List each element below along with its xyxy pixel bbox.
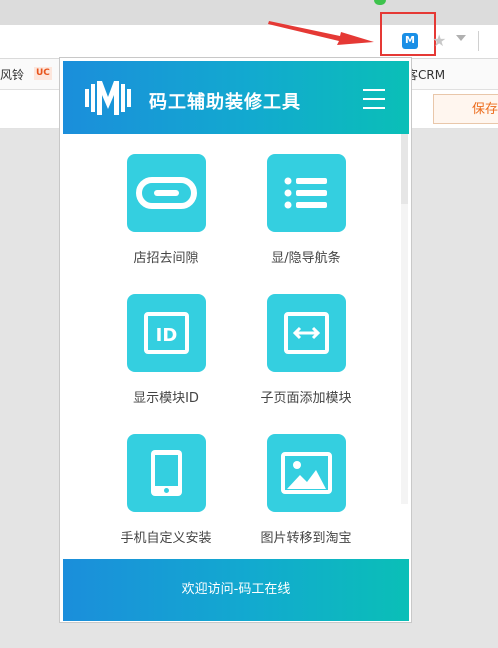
tool-label: 手机自定义安装 — [120, 531, 212, 546]
bookmark-item[interactable]: 风铃 — [0, 66, 24, 83]
tool-label: 显示模块ID — [133, 391, 199, 406]
logo-icon — [85, 81, 131, 115]
tool-label: 子页面添加模块 — [260, 391, 352, 406]
list-icon — [266, 154, 346, 232]
tool-label: 显/隐导航条 — [271, 251, 341, 266]
tool-shop-sign-gap[interactable]: 店招去间隙 — [96, 154, 236, 266]
tool-transfer-images-taobao[interactable]: 图片转移到淘宝 — [236, 434, 376, 546]
uc-icon[interactable]: UC — [34, 67, 52, 80]
mobile-phone-icon — [126, 434, 206, 512]
tool-mobile-custom-install[interactable]: 手机自定义安装 — [96, 434, 236, 546]
tool-grid: 店招去间隙 显/隐导航条 ID 显示模块ID 子页面添加模块 手机自定义安装 图… — [63, 134, 403, 559]
link-icon — [126, 154, 206, 232]
tool-label: 店招去间隙 — [133, 251, 199, 266]
tool-show-module-id[interactable]: ID 显示模块ID — [96, 294, 236, 406]
tool-toggle-nav[interactable]: 显/隐导航条 — [236, 154, 376, 266]
id-card-icon: ID — [126, 294, 206, 372]
popup-header: 码工辅助装修工具 — [63, 61, 409, 134]
save-button[interactable]: 保存 — [433, 94, 498, 124]
menu-icon[interactable] — [363, 89, 385, 109]
svg-text:ID: ID — [155, 325, 177, 346]
horizontal-resize-icon — [266, 294, 346, 372]
popup-footer[interactable]: 欢迎访问-码工在线 — [63, 559, 409, 621]
tool-add-subpage-module[interactable]: 子页面添加模块 — [236, 294, 376, 406]
popup-title: 码工辅助装修工具 — [149, 92, 301, 113]
tool-label: 图片转移到淘宝 — [260, 531, 352, 546]
scrollbar-thumb[interactable] — [401, 134, 408, 204]
extension-popup: 码工辅助装修工具 店招去间隙 显/隐导航条 ID 显示模块ID 子页面添加模块 … — [59, 57, 412, 623]
image-icon — [266, 434, 346, 512]
